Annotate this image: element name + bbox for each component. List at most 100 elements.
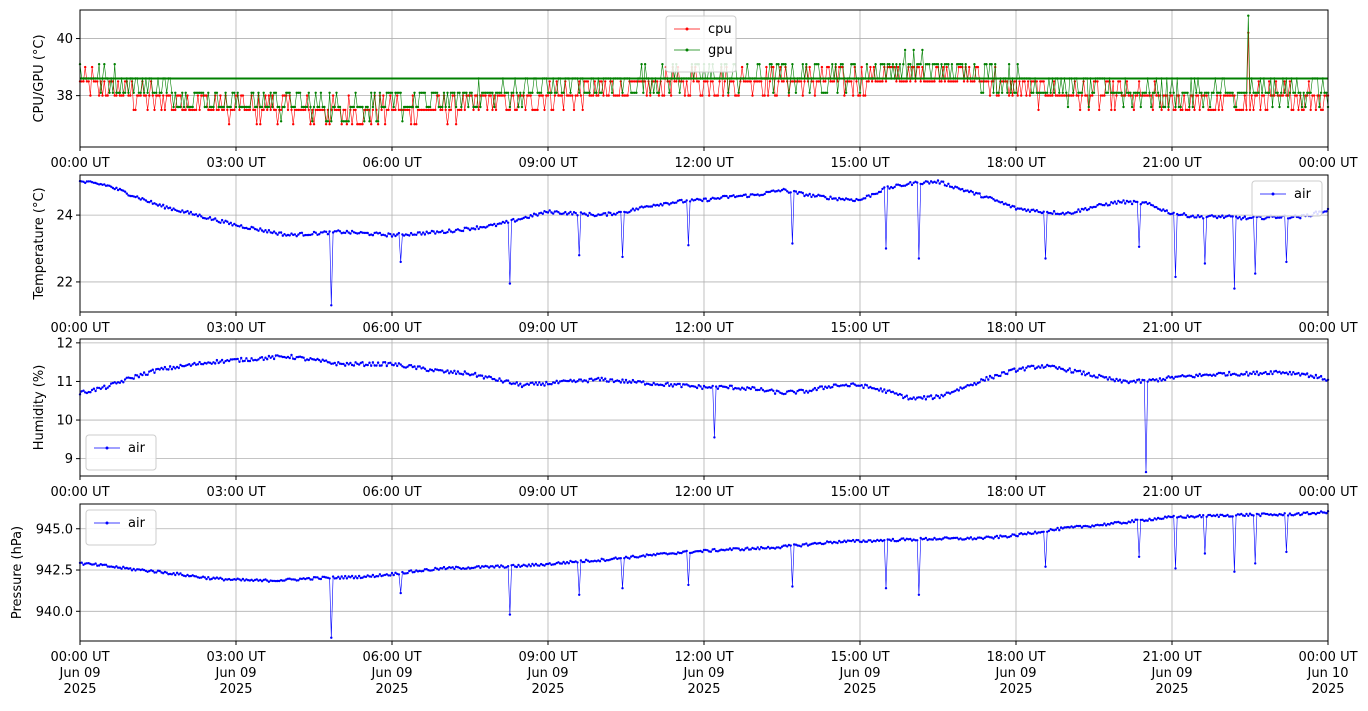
data-point (399, 363, 402, 366)
data-point (1136, 200, 1139, 204)
data-point (217, 108, 220, 112)
data-point (394, 362, 397, 365)
data-point (333, 105, 336, 109)
x-tick-label: 21:00 UT (1142, 650, 1201, 665)
data-point (155, 91, 158, 95)
data-point (506, 379, 510, 382)
data-point (548, 80, 551, 83)
x-tick-label: 03:00 UT (206, 650, 265, 665)
data-point (813, 94, 817, 97)
data-point (409, 364, 413, 367)
data-point (460, 105, 463, 109)
data-point (191, 105, 194, 109)
data-point (917, 65, 921, 69)
data-point (1257, 373, 1260, 377)
data-point (214, 362, 217, 365)
data-point (517, 384, 520, 387)
data-point (89, 94, 92, 97)
data-point (867, 80, 870, 83)
data-point (1196, 94, 1200, 97)
data-point (886, 185, 889, 188)
data-point (448, 372, 451, 375)
data-point (1250, 372, 1253, 376)
data-point (304, 108, 307, 112)
data-point (257, 229, 260, 232)
data-point (836, 199, 839, 202)
data-point (238, 360, 241, 363)
data-point (692, 80, 695, 83)
data-point (912, 396, 915, 399)
data-point (1278, 370, 1281, 373)
data-point (411, 105, 414, 109)
data-point (801, 191, 804, 195)
data-point (496, 564, 499, 567)
data-point (571, 213, 574, 216)
data-point (753, 386, 756, 389)
data-point (576, 94, 579, 97)
data-point (1254, 562, 1257, 565)
data-point (1290, 373, 1293, 376)
data-point (1243, 215, 1247, 218)
data-point (411, 94, 414, 97)
data-point (224, 91, 227, 95)
data-point (926, 180, 929, 183)
data-point (1080, 373, 1084, 376)
data-point (1113, 380, 1117, 383)
data-point (1077, 208, 1080, 211)
data-point (883, 186, 886, 189)
axes-1: 38 40 CPU/GPU (°C) 00:00 UT 03:00 UT 06:00 UT… (32, 9, 1358, 171)
data-point (860, 65, 863, 69)
data-point (454, 372, 458, 376)
data-point (446, 369, 449, 372)
data-point (366, 105, 369, 109)
data-point (383, 105, 387, 109)
data-point (375, 364, 378, 367)
data-point (794, 91, 798, 95)
data-point (555, 91, 558, 95)
data-point (168, 206, 172, 209)
data-point (883, 388, 886, 391)
data-point (266, 108, 269, 112)
data-point (370, 364, 373, 367)
data-point (626, 94, 629, 97)
data-point (758, 548, 761, 551)
data-point (1111, 80, 1115, 83)
data-point (276, 123, 279, 126)
data-point (985, 375, 988, 379)
data-point (879, 190, 882, 194)
data-point (461, 229, 465, 233)
data-point (877, 389, 881, 392)
data-point (515, 108, 518, 112)
data-point (385, 235, 388, 238)
y-tick-label: 10 (56, 414, 73, 429)
data-point (1066, 105, 1070, 109)
data-point (586, 214, 590, 217)
data-point (1136, 518, 1139, 521)
data-point (758, 388, 761, 392)
data-point (194, 213, 198, 216)
data-point (205, 105, 208, 109)
data-point (968, 65, 971, 69)
data-point (924, 536, 928, 540)
data-point (361, 361, 364, 364)
data-point (604, 212, 607, 215)
data-point (701, 550, 704, 554)
data-point (500, 222, 503, 225)
data-point (522, 91, 525, 95)
data-point (775, 94, 778, 97)
data-point (508, 282, 512, 285)
data-point (883, 539, 886, 542)
data-point (1233, 570, 1236, 573)
data-point (503, 94, 506, 97)
data-point (1182, 94, 1186, 97)
data-point (1288, 370, 1292, 374)
data-point (858, 91, 862, 95)
data-point (574, 211, 577, 215)
data-point (1172, 91, 1175, 95)
data-point (226, 108, 229, 112)
data-point (87, 80, 90, 83)
data-point (399, 91, 402, 95)
data-point (787, 94, 791, 97)
data-point (898, 62, 902, 66)
data-point (461, 373, 465, 376)
